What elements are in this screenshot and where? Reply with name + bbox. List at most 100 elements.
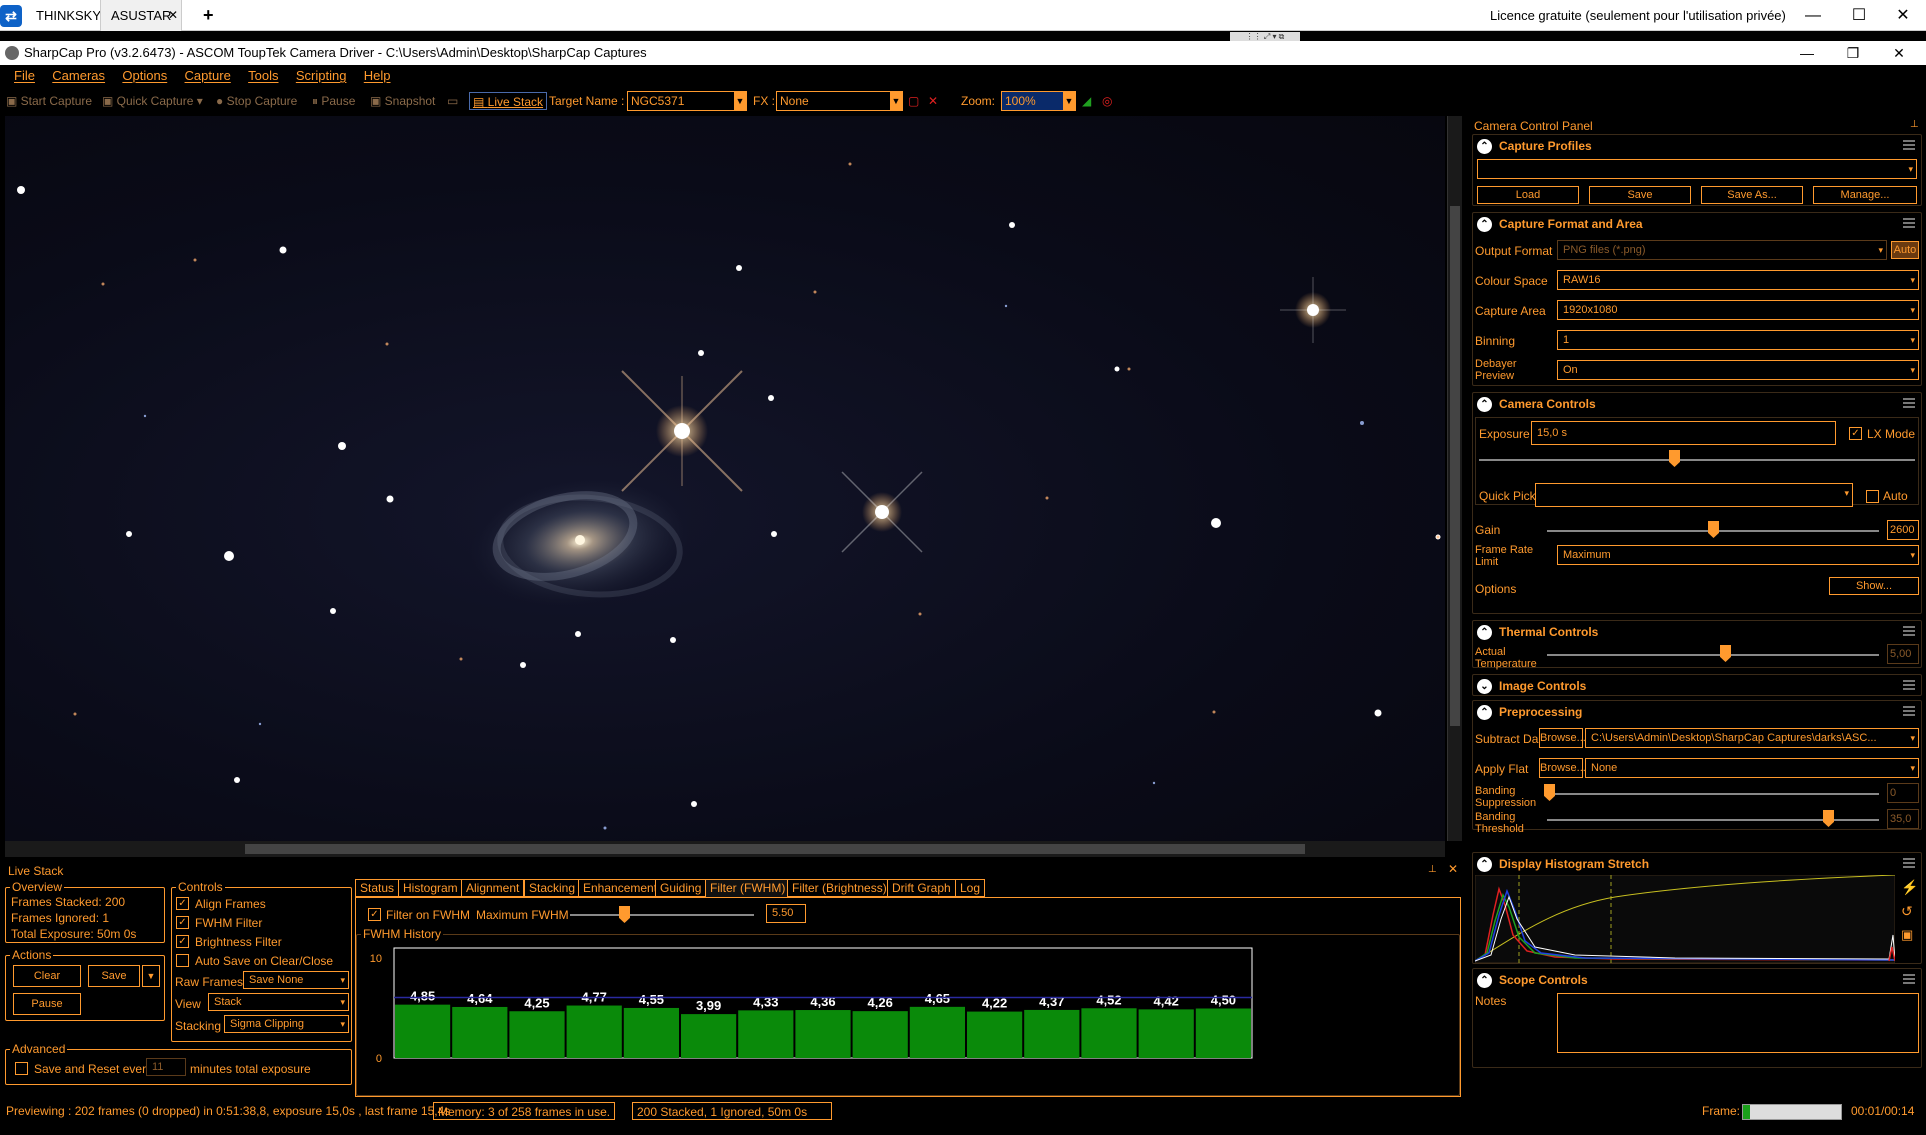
- minimize-icon[interactable]: —: [1790, 0, 1836, 31]
- menu-icon[interactable]: [1903, 974, 1915, 984]
- colour-space-select[interactable]: RAW16 ▾: [1557, 270, 1919, 290]
- scroll-thumb[interactable]: [245, 844, 1305, 854]
- camera-preview[interactable]: [5, 116, 1445, 841]
- scroll-thumb[interactable]: [1450, 206, 1460, 726]
- tab-alignment[interactable]: Alignment: [461, 879, 525, 897]
- menu-icon[interactable]: [1903, 218, 1915, 228]
- remote-toolbar-handle[interactable]: ⋮⋮ ⤢ ▾ ⧉: [1230, 32, 1300, 41]
- minimize-icon[interactable]: —: [1784, 41, 1830, 65]
- banding-threshold-value[interactable]: 35,0: [1887, 809, 1919, 829]
- menu-scripting[interactable]: Scripting: [296, 65, 347, 87]
- tab-guiding[interactable]: Guiding: [655, 879, 707, 897]
- section-header[interactable]: ⌃ Capture Format and Area: [1473, 213, 1921, 235]
- tab-status[interactable]: Status: [355, 879, 400, 897]
- reticle-icon[interactable]: ▢: [908, 92, 919, 110]
- display-icon[interactable]: ▭: [447, 92, 458, 110]
- menu-cameras[interactable]: Cameras: [52, 65, 105, 87]
- close-icon[interactable]: ✕: [1448, 863, 1458, 875]
- lx-mode-checkbox[interactable]: ✓: [1849, 427, 1862, 440]
- tab-filter-fwhm[interactable]: Filter (FWHM): [705, 879, 791, 897]
- filter-on-fwhm-checkbox[interactable]: ✓: [368, 908, 381, 921]
- menu-icon[interactable]: [1903, 680, 1915, 690]
- histogram-graph[interactable]: [1475, 875, 1895, 963]
- quick-capture-button[interactable]: ▣ Quick Capture ▾: [102, 92, 203, 110]
- add-tab-icon[interactable]: +: [193, 0, 224, 31]
- raw-frames-select[interactable]: Save None ▾: [243, 971, 349, 989]
- target-name-input[interactable]: NGC5371 ▼: [627, 91, 747, 111]
- tab-log[interactable]: Log: [955, 879, 986, 897]
- menu-tools[interactable]: Tools: [248, 65, 278, 87]
- tab-enhancement[interactable]: Enhancement: [578, 879, 663, 897]
- menu-icon[interactable]: [1903, 706, 1915, 716]
- banding-threshold-thumb[interactable]: [1823, 810, 1834, 827]
- tab-stacking[interactable]: Stacking: [524, 879, 581, 897]
- binning-select[interactable]: 1 ▾: [1557, 330, 1919, 350]
- reset-icon[interactable]: ↺: [1901, 904, 1913, 918]
- preview-vertical-scrollbar[interactable]: [1447, 116, 1462, 841]
- autosave-checkbox[interactable]: [176, 954, 189, 967]
- banding-suppression-thumb[interactable]: [1544, 784, 1555, 801]
- max-fwhm-input[interactable]: 5.50: [766, 904, 806, 923]
- profile-select[interactable]: ▾: [1477, 159, 1917, 179]
- section-header[interactable]: ⌃ Capture Profiles: [1473, 135, 1921, 157]
- flat-file-select[interactable]: None ▾: [1585, 758, 1919, 778]
- auto-exposure-checkbox[interactable]: [1866, 490, 1879, 503]
- maximize-icon[interactable]: ☐: [1836, 0, 1882, 31]
- menu-icon[interactable]: [1903, 626, 1915, 636]
- close-icon[interactable]: ✕: [158, 0, 188, 31]
- align-frames-checkbox[interactable]: ✓: [176, 897, 189, 910]
- tab-filter-brightness[interactable]: Filter (Brightness): [787, 879, 892, 897]
- max-fwhm-thumb[interactable]: [619, 906, 630, 923]
- zoom-select[interactable]: 100% ▼: [1001, 91, 1076, 111]
- pin-icon[interactable]: ⊥: [1428, 864, 1437, 876]
- restore-icon[interactable]: ❐: [1830, 41, 1876, 65]
- debayer-select[interactable]: On ▾: [1557, 360, 1919, 380]
- close-window-icon[interactable]: ✕: [1876, 41, 1922, 65]
- menu-file[interactable]: File: [14, 65, 35, 87]
- start-capture-button[interactable]: ▣ Start Capture: [6, 92, 92, 110]
- exposure-input[interactable]: 15,0 s: [1531, 421, 1836, 445]
- section-header[interactable]: ⌃ Thermal Controls: [1473, 621, 1921, 643]
- capture-area-select[interactable]: 1920x1080 ▾: [1557, 300, 1919, 320]
- banding-suppression-value[interactable]: 0: [1887, 783, 1919, 803]
- auto-stretch-icon[interactable]: ⚡: [1901, 880, 1918, 894]
- show-button[interactable]: Show...: [1829, 577, 1919, 595]
- section-header[interactable]: ⌄ Image Controls: [1473, 675, 1921, 697]
- menu-options[interactable]: Options: [122, 65, 167, 87]
- tab-histogram[interactable]: Histogram: [398, 879, 463, 897]
- gain-slider-thumb[interactable]: [1708, 521, 1719, 538]
- browse-dark-button[interactable]: Browse...: [1539, 728, 1586, 748]
- view-select[interactable]: Stack ▾: [208, 993, 349, 1011]
- histogram-icon[interactable]: ◢: [1082, 92, 1091, 110]
- manage-button[interactable]: Manage...: [1813, 186, 1917, 204]
- load-button[interactable]: Load: [1477, 186, 1579, 204]
- section-header[interactable]: ⌃ Scope Controls: [1473, 969, 1921, 991]
- stop-capture-button[interactable]: ● Stop Capture: [216, 92, 297, 110]
- save-button[interactable]: Save: [88, 965, 140, 987]
- banding-suppression-slider[interactable]: [1547, 793, 1879, 795]
- max-fwhm-slider[interactable]: [570, 914, 754, 916]
- save-as-button[interactable]: Save As...: [1701, 186, 1803, 204]
- preview-horizontal-scrollbar[interactable]: [5, 841, 1445, 857]
- section-header[interactable]: ⌃ Camera Controls: [1473, 393, 1921, 415]
- close-window-icon[interactable]: ✕: [1880, 0, 1926, 31]
- gain-input[interactable]: 2600: [1887, 520, 1919, 540]
- section-header[interactable]: ⌃ Preprocessing: [1473, 701, 1921, 723]
- pin-icon[interactable]: ⊥: [1910, 119, 1919, 131]
- section-header[interactable]: ⌃ Display Histogram Stretch: [1473, 853, 1921, 875]
- fx-select[interactable]: None ▼: [776, 91, 903, 111]
- menu-icon[interactable]: [1903, 398, 1915, 408]
- output-format-select[interactable]: PNG files (*.png) ▾: [1557, 240, 1887, 260]
- fwhm-filter-checkbox[interactable]: ✓: [176, 916, 189, 929]
- save-profile-button[interactable]: Save: [1589, 186, 1691, 204]
- quick-picks-select[interactable]: ▾: [1535, 483, 1853, 507]
- snapshot-button[interactable]: ▣ Snapshot: [370, 92, 435, 110]
- browse-flat-button[interactable]: Browse...: [1539, 758, 1586, 778]
- menu-help[interactable]: Help: [364, 65, 391, 87]
- exposure-slider[interactable]: [1479, 459, 1915, 461]
- clear-reticle-icon[interactable]: ✕: [928, 92, 938, 110]
- save-icon[interactable]: ▣: [1901, 928, 1913, 941]
- pause-button[interactable]: ⏸ Pause: [312, 92, 355, 110]
- brightness-filter-checkbox[interactable]: ✓: [176, 935, 189, 948]
- tab-drift-graph[interactable]: Drift Graph: [887, 879, 956, 897]
